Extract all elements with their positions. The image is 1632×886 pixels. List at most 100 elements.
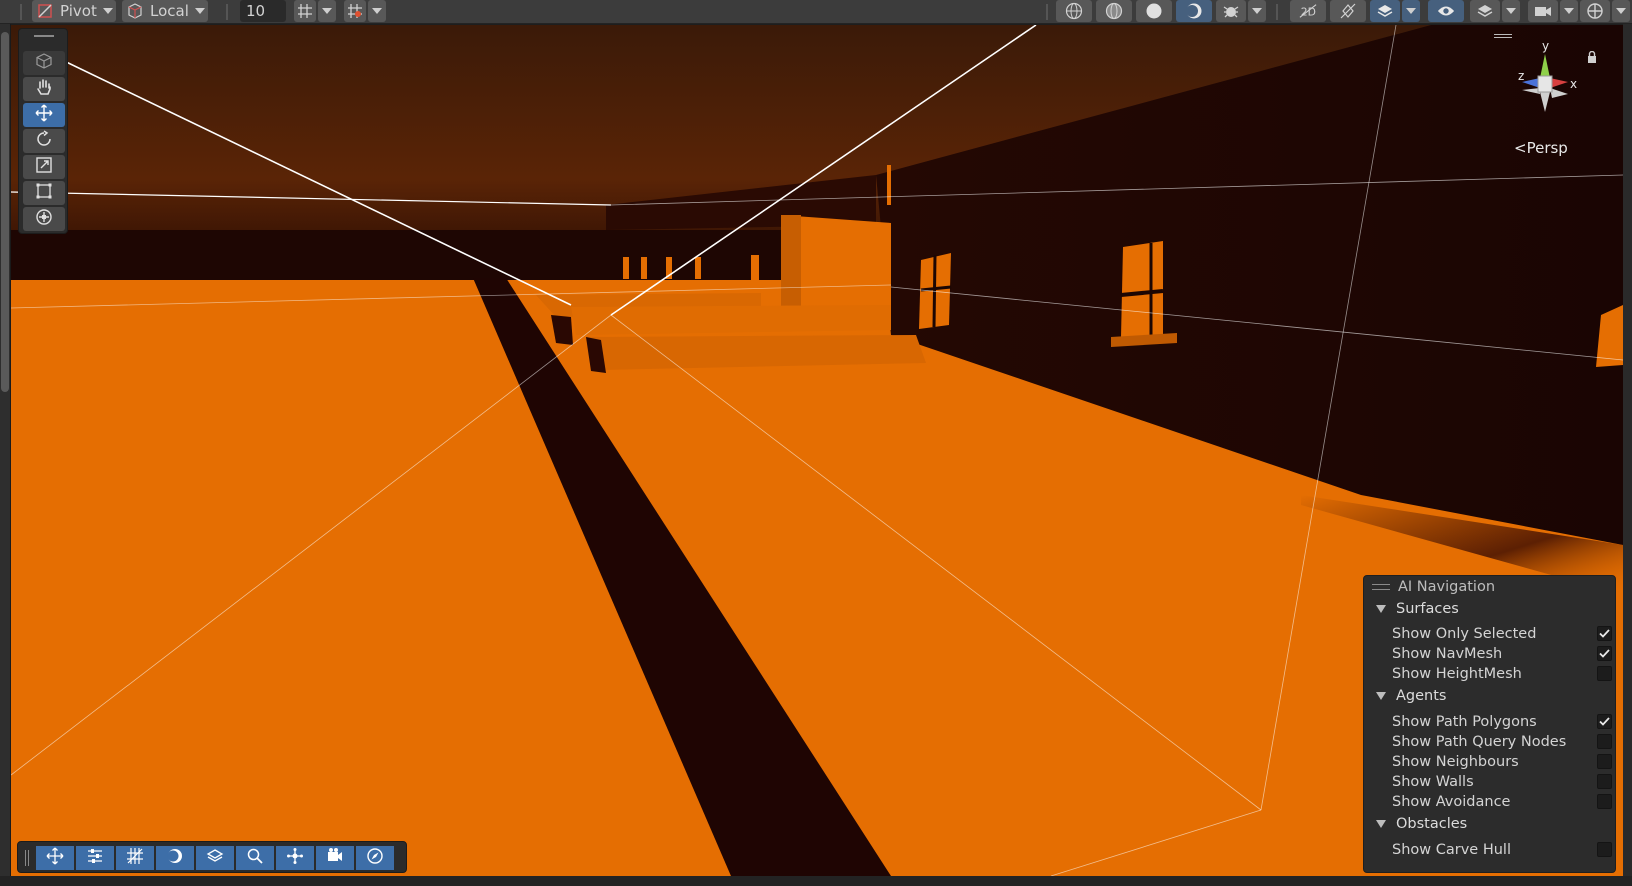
move-tool-button[interactable]: [23, 103, 65, 127]
chevron-down-icon: [1616, 8, 1626, 14]
hand-tool-button[interactable]: [23, 77, 65, 101]
gizmos-button[interactable]: [1580, 0, 1610, 22]
chevron-down-icon: [322, 8, 332, 14]
checkbox-unchecked[interactable]: [1597, 794, 1612, 809]
snap-button[interactable]: [276, 846, 314, 870]
checkbox-checked[interactable]: [1597, 646, 1612, 661]
foldout-arrow-icon: [1376, 692, 1386, 700]
layers-dropdown[interactable]: [1502, 0, 1520, 22]
local-dropdown[interactable]: Local: [122, 0, 208, 22]
effects-button[interactable]: [1216, 0, 1246, 22]
bottom-overlay-toolbar: [17, 841, 407, 873]
local-cube-icon: [126, 2, 144, 20]
snap-icon: [286, 847, 304, 869]
chevron-down-icon: [194, 8, 205, 14]
scene-camera-dropdown[interactable]: [1560, 0, 1578, 22]
scene-camera-button[interactable]: [1528, 0, 1558, 22]
option-label: Show HeightMesh: [1392, 665, 1522, 682]
increment-snap-button[interactable]: [344, 0, 366, 22]
local-label: Local: [150, 2, 189, 20]
pivot-icon: [36, 2, 54, 20]
settings-button[interactable]: [76, 846, 114, 870]
scale-tool-button[interactable]: [23, 155, 65, 179]
audio-toggle-button[interactable]: [1370, 0, 1400, 22]
checkbox-unchecked[interactable]: [1597, 754, 1612, 769]
toolbar-separator: [1276, 4, 1278, 20]
shaded-wireframe-button[interactable]: [1096, 0, 1132, 22]
chevron-down-icon: [1564, 8, 1574, 14]
option-show-path-polygons[interactable]: Show Path Polygons: [1392, 712, 1612, 731]
checkbox-unchecked[interactable]: [1597, 842, 1612, 857]
view-tool-icon: [35, 52, 53, 74]
camera-icon: [326, 847, 344, 869]
rotate-tool-button[interactable]: [23, 129, 65, 153]
shading-icon: [166, 847, 184, 869]
grid-snap-dropdown[interactable]: [318, 0, 336, 22]
checkbox-checked[interactable]: [1597, 626, 1612, 641]
2d-toggle-button[interactable]: 2D: [1290, 0, 1326, 22]
option-show-avoidance[interactable]: Show Avoidance: [1392, 792, 1612, 811]
layers-icon: [1476, 2, 1494, 20]
debug-draw-mode-button[interactable]: [1176, 0, 1212, 22]
option-show-path-query-nodes[interactable]: Show Path Query Nodes: [1392, 732, 1612, 751]
search-button[interactable]: [236, 846, 274, 870]
navigation-button[interactable]: [356, 846, 394, 870]
orientation-gizmo[interactable]: y x z <Persp: [1494, 34, 1610, 166]
transform-tool-icon: [35, 208, 53, 230]
wireframe-shading-button[interactable]: [1056, 0, 1092, 22]
option-show-navmesh[interactable]: Show NavMesh: [1392, 644, 1612, 663]
section-label: Surfaces: [1396, 601, 1459, 617]
grid-button[interactable]: [116, 846, 154, 870]
grid-size-field[interactable]: 10: [240, 0, 286, 22]
layers-button[interactable]: [1470, 0, 1500, 22]
overlay-drag-handle[interactable]: [34, 35, 54, 37]
grid-snap-button[interactable]: [294, 0, 316, 22]
view-tool-button[interactable]: [23, 51, 65, 75]
gizmos-icon: [1586, 2, 1604, 20]
section-obstacles[interactable]: Obstacles: [1376, 816, 1467, 832]
scene-visibility-button[interactable]: [1428, 0, 1464, 22]
gizmos-dropdown[interactable]: [1612, 0, 1630, 22]
option-show-carve-hull[interactable]: Show Carve Hull: [1392, 840, 1612, 859]
checkbox-unchecked[interactable]: [1597, 734, 1612, 749]
overlay-drag-handle[interactable]: [25, 850, 29, 866]
effects-dropdown[interactable]: [1248, 0, 1266, 22]
axis-z-label: z: [1518, 69, 1524, 83]
checkbox-unchecked[interactable]: [1597, 666, 1612, 681]
hand-tool-icon: [35, 78, 53, 100]
pivot-dropdown[interactable]: Pivot: [32, 0, 116, 22]
axis-gizmo-icon[interactable]: y x z: [1500, 36, 1590, 126]
increment-snap-dropdown[interactable]: [368, 0, 386, 22]
axis-x-label: x: [1570, 77, 1577, 91]
projection-mode-toggle[interactable]: <Persp: [1514, 139, 1568, 157]
section-surfaces[interactable]: Surfaces: [1376, 601, 1459, 617]
option-show-neighbours[interactable]: Show Neighbours: [1392, 752, 1612, 771]
viewport-right-edge: [1623, 24, 1632, 876]
scene-vertical-scrollbar[interactable]: [0, 24, 11, 886]
scrollbar-thumb[interactable]: [1, 32, 9, 392]
bug-icon: [1222, 2, 1240, 20]
camera-button[interactable]: [316, 846, 354, 870]
panel-header[interactable]: AI Navigation: [1372, 578, 1495, 596]
layers-icon: [206, 847, 224, 869]
rect-tool-button[interactable]: [23, 181, 65, 205]
lighting-toggle-button[interactable]: [1330, 0, 1366, 22]
option-show-only-selected[interactable]: Show Only Selected: [1392, 624, 1612, 643]
move-button[interactable]: [36, 846, 74, 870]
search-icon: [246, 847, 264, 869]
grid-size-value: 10: [246, 2, 266, 20]
chevron-down-icon: [102, 8, 113, 14]
option-show-walls[interactable]: Show Walls: [1392, 772, 1612, 791]
navigation-icon: [366, 847, 384, 869]
section-agents[interactable]: Agents: [1376, 688, 1446, 704]
shaded-button[interactable]: [1136, 0, 1172, 22]
shading-button[interactable]: [156, 846, 194, 870]
checkbox-unchecked[interactable]: [1597, 774, 1612, 789]
audio-dropdown[interactable]: [1402, 0, 1420, 22]
transform-tool-button[interactable]: [23, 207, 65, 231]
layers-button[interactable]: [196, 846, 234, 870]
move-icon: [46, 847, 64, 869]
checkbox-checked[interactable]: [1597, 714, 1612, 729]
option-show-heightmesh[interactable]: Show HeightMesh: [1392, 664, 1612, 683]
window: [1121, 241, 1163, 337]
